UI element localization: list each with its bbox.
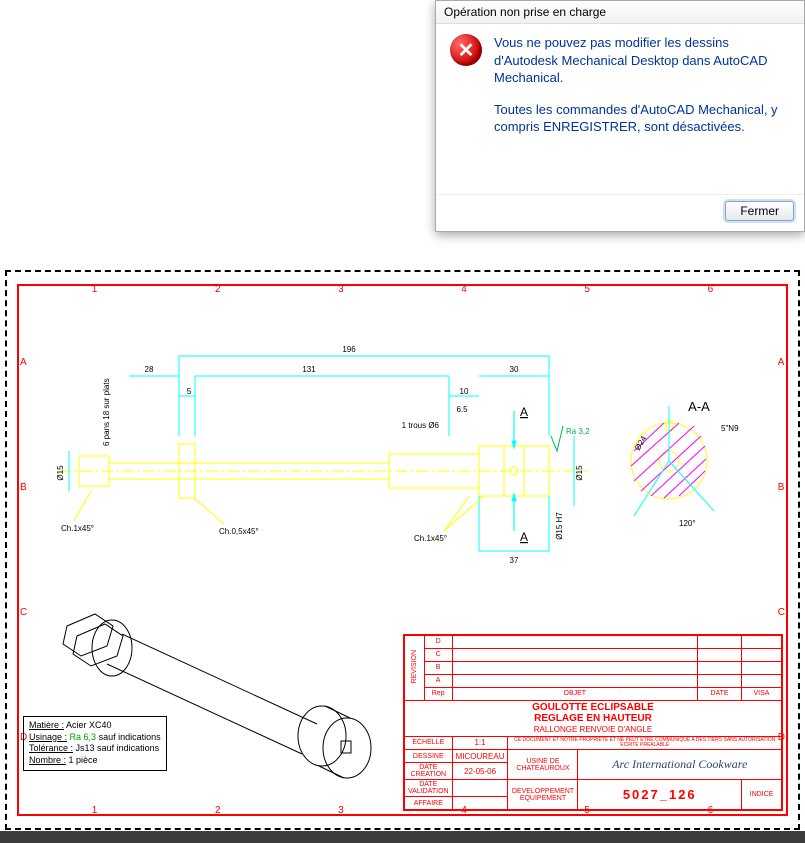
echelle-val: 1:1 bbox=[452, 736, 508, 750]
title-block: REVISION D C B A Rep OBJET DATE VISA GOU… bbox=[403, 634, 783, 812]
title2: REGLAGE EN HAUTEUR bbox=[534, 713, 652, 724]
rev-cell: Rep bbox=[424, 687, 452, 700]
tol-val: Js13 sauf indications bbox=[76, 743, 160, 753]
dim-n9: 5"N9 bbox=[721, 424, 739, 433]
dwg-number: 5027_126 bbox=[578, 780, 742, 810]
dim-196: 196 bbox=[342, 345, 356, 354]
tol-lbl: Tolérance : bbox=[29, 743, 73, 753]
section-mark-bot: A bbox=[520, 530, 528, 544]
dim-d15l: Ø15 bbox=[56, 465, 65, 481]
close-button[interactable]: Fermer bbox=[725, 201, 794, 221]
dim-ang120: 120° bbox=[679, 519, 696, 528]
error-dialog: Opération non prise en charge ✕ Vous ne … bbox=[435, 0, 805, 232]
title3: RALLONGE RENVOIE D'ANGLE bbox=[534, 725, 652, 734]
ruler-num: 4 bbox=[461, 284, 467, 295]
usine: USINE DE CHATEAUROUX bbox=[508, 750, 578, 780]
dim-37: 37 bbox=[510, 556, 519, 565]
dim-d24: Ø24 bbox=[633, 434, 649, 452]
nb-lbl: Nombre : bbox=[29, 755, 66, 765]
ruler-num: 3 bbox=[338, 284, 344, 295]
nb-val: 1 pièce bbox=[69, 755, 98, 765]
dialog-msg-1: Vous ne pouvez pas modifier les dessins … bbox=[494, 34, 790, 87]
indice-lbl: INDICE bbox=[742, 780, 782, 810]
dim-d15h7: Ø15 H7 bbox=[555, 512, 564, 540]
material-block: Matière : Acier XC40 Usinage : Ra 6,3 sa… bbox=[23, 716, 167, 771]
note-ch1: Ch.1x45° bbox=[61, 524, 94, 533]
dim-holes: 1 trous Ø6 bbox=[402, 421, 440, 430]
dim-10: 10 bbox=[460, 387, 469, 396]
dateval-lbl: DATE VALIDATION bbox=[405, 780, 453, 797]
dim-d15r: Ø15 bbox=[575, 465, 584, 481]
legal-notice: CE DOCUMENT ET NOTRE PROPRIETE ET NE PEU… bbox=[508, 736, 782, 750]
note-plats: 6 pans 18 sur plats bbox=[102, 378, 111, 446]
ra-label: Ra 3,2 bbox=[566, 427, 590, 436]
title-line: GOULOTTE ECLIPSABLE REGLAGE EN HAUTEUR R… bbox=[405, 700, 782, 736]
dim-30: 30 bbox=[510, 365, 519, 374]
drawing-frame: 1 2 3 4 5 6 1 2 3 4 5 6 A B C D A B C D bbox=[17, 284, 788, 816]
status-bar bbox=[0, 831, 805, 843]
echelle-lbl: ECHELLE bbox=[405, 736, 453, 750]
dim-28: 28 bbox=[145, 365, 154, 374]
ruler-num: 2 bbox=[215, 284, 221, 295]
error-icon: ✕ bbox=[450, 34, 482, 66]
datecrea-val: 22-05-06 bbox=[452, 763, 508, 780]
ruler-letter: A bbox=[778, 357, 785, 368]
rev-cell: B bbox=[424, 661, 452, 674]
ruler-letter: C bbox=[778, 607, 785, 618]
dim-6.5: 6.5 bbox=[456, 405, 468, 414]
dessine-val: MICOUREAU bbox=[452, 750, 508, 763]
usi-lbl: Usinage : bbox=[29, 732, 67, 742]
ruler-letter: A bbox=[20, 357, 27, 368]
ruler-top: 1 2 3 4 5 6 bbox=[33, 284, 772, 295]
hdr-date: DATE bbox=[698, 687, 742, 700]
section-title: A-A bbox=[688, 399, 710, 414]
company: Arc International Cookware bbox=[578, 750, 782, 780]
dept: DEVELOPPEMENT EQUIPEMENT bbox=[508, 780, 578, 810]
usi-ra: Ra 6,3 bbox=[70, 732, 97, 742]
rev-cell: C bbox=[424, 648, 452, 661]
dim-5: 5 bbox=[187, 387, 192, 396]
mat-val: Acier XC40 bbox=[66, 720, 112, 730]
ra-symbol: Ra 3,2 bbox=[551, 426, 590, 451]
ruler-num: 1 bbox=[92, 284, 98, 295]
dessine-lbl: DESSINE bbox=[405, 750, 453, 763]
datecrea-lbl: DATE CREATION bbox=[405, 763, 453, 780]
drawing-sheet: 1 2 3 4 5 6 1 2 3 4 5 6 A B C D A B C D bbox=[5, 270, 800, 830]
hdr-visa: VISA bbox=[742, 687, 782, 700]
hdr-objet: OBJET bbox=[452, 687, 697, 700]
note-ch05: Ch.0,5x45° bbox=[219, 527, 259, 536]
dialog-message: Vous ne pouvez pas modifier les dessins … bbox=[494, 34, 790, 190]
cad-views: 196 131 28 5 10 30 6.5 1 trous Ø6 37 Ø15… bbox=[49, 316, 769, 586]
rev-header: REVISION bbox=[411, 650, 418, 683]
section-mark-top: A bbox=[520, 405, 528, 419]
rev-cell: A bbox=[424, 674, 452, 687]
ruler-letter: B bbox=[778, 482, 785, 493]
ruler-num: 5 bbox=[584, 284, 590, 295]
dim-131: 131 bbox=[302, 365, 316, 374]
dialog-msg-2: Toutes les commandes d'AutoCAD Mechanica… bbox=[494, 101, 790, 136]
dialog-title: Opération non prise en charge bbox=[436, 1, 804, 24]
rev-cell: D bbox=[424, 635, 452, 648]
ruler-num: 3 bbox=[338, 805, 344, 816]
ruler-num: 6 bbox=[708, 284, 714, 295]
usi-txt: sauf indications bbox=[96, 732, 161, 742]
ruler-num: 2 bbox=[215, 805, 221, 816]
title1: GOULOTTE ECLIPSABLE bbox=[532, 702, 654, 713]
dialog-footer: Fermer bbox=[436, 194, 804, 231]
mat-lbl: Matière : bbox=[29, 720, 64, 730]
ruler-letter: B bbox=[20, 482, 27, 493]
affaire-lbl: AFFAIRE bbox=[405, 797, 453, 810]
ruler-num: 1 bbox=[92, 805, 98, 816]
dialog-body: ✕ Vous ne pouvez pas modifier les dessin… bbox=[436, 24, 804, 194]
note-ch1b: Ch.1x45° bbox=[414, 534, 447, 543]
